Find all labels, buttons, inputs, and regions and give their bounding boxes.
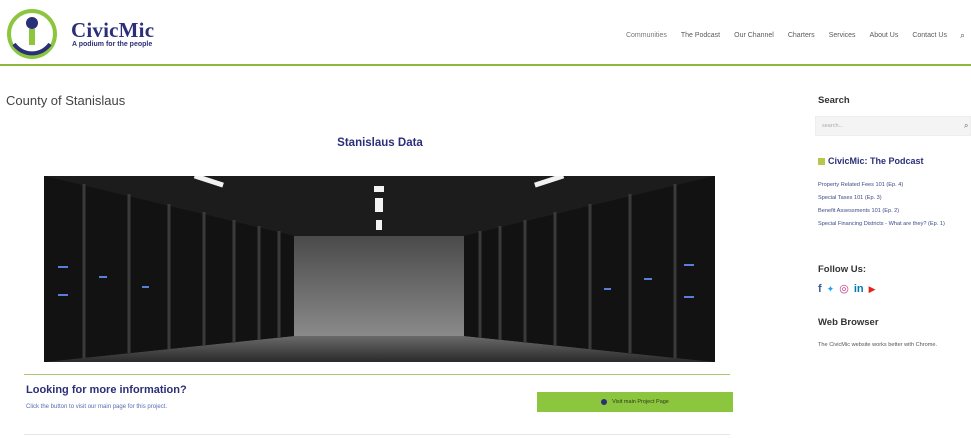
- content-divider-bottom: [24, 434, 730, 435]
- mic-icon: [818, 157, 825, 165]
- browser-heading: Web Browser: [818, 317, 879, 328]
- nav-charters[interactable]: Charters: [781, 32, 822, 39]
- podcast-link-ep4[interactable]: Property Related Fees 101 (Ep. 4): [818, 181, 968, 190]
- server-room-image: [44, 176, 715, 362]
- search-icon[interactable]: ⌕: [964, 121, 968, 131]
- youtube-icon[interactable]: ▶: [869, 283, 876, 295]
- podcast-link-ep1[interactable]: Special Financing Districts - What are t…: [818, 220, 968, 229]
- brand-tagline: A podium for the people: [72, 41, 153, 48]
- linkedin-icon[interactable]: in: [854, 283, 864, 295]
- visit-project-button[interactable]: Visit main Project Page: [537, 392, 733, 412]
- nav-podcast[interactable]: The Podcast: [674, 32, 727, 39]
- civicmic-logo[interactable]: [6, 8, 58, 60]
- content-divider-top: [24, 374, 730, 375]
- main-nav: Communities The Podcast Our Channel Char…: [619, 30, 965, 41]
- podcast-link-ep3[interactable]: Special Taxes 101 (Ep. 3): [818, 194, 968, 203]
- instagram-icon[interactable]: ◎: [839, 283, 849, 295]
- section-heading: Stanislaus Data: [337, 137, 423, 149]
- site-header: CivicMic A podium for the people Communi…: [0, 0, 971, 66]
- nav-about[interactable]: About Us: [863, 32, 906, 39]
- nav-contact[interactable]: Contact Us: [905, 32, 954, 39]
- nav-services[interactable]: Services: [822, 32, 863, 39]
- brand-name[interactable]: CivicMic: [71, 18, 154, 43]
- nav-channel[interactable]: Our Channel: [727, 32, 781, 39]
- visit-project-label: Visit main Project Page: [612, 399, 669, 405]
- sidebar-search-input[interactable]: search... ⌕: [815, 116, 971, 136]
- search-placeholder: search...: [822, 123, 844, 129]
- more-info-title: Looking for more information?: [26, 384, 187, 396]
- follow-heading: Follow Us:: [818, 264, 867, 275]
- facebook-icon[interactable]: f: [818, 283, 822, 295]
- search-icon[interactable]: ⌕: [954, 30, 965, 41]
- podcast-link-ep2[interactable]: Benefit Assessments 101 (Ep. 2): [818, 207, 968, 216]
- sidebar-search-heading: Search: [818, 95, 850, 106]
- nav-communities[interactable]: Communities: [619, 32, 674, 39]
- globe-icon: [601, 399, 608, 405]
- podcast-heading: CivicMic: The Podcast: [818, 156, 924, 166]
- more-info-text: Click the button to visit our main page …: [26, 404, 168, 410]
- page-title: County of Stanislaus: [6, 93, 126, 108]
- social-links: f ✦ ◎ in ▶: [818, 283, 876, 295]
- podcast-heading-label: CivicMic: The Podcast: [828, 156, 924, 166]
- browser-text: The CivicMic website works better with C…: [818, 342, 938, 348]
- twitter-icon[interactable]: ✦: [827, 283, 835, 295]
